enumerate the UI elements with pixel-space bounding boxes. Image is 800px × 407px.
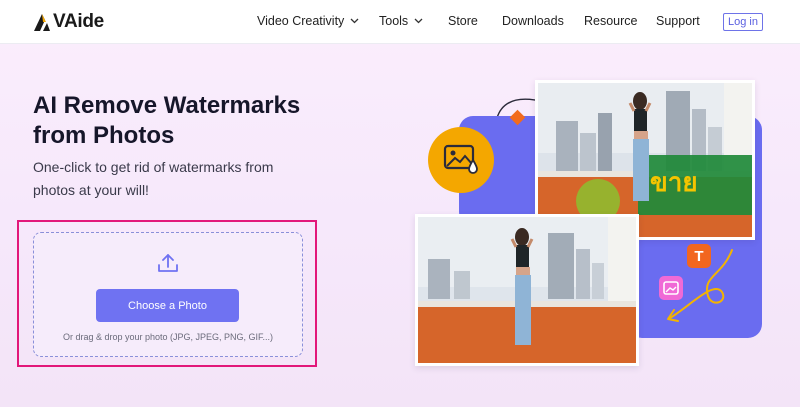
cleaned-photo bbox=[415, 214, 639, 366]
nav-label: Resource bbox=[584, 14, 638, 28]
top-header: VAide Video Creativity Tools Store Downl… bbox=[0, 0, 800, 44]
main-nav: Video Creativity Tools Store Downloads R… bbox=[0, 0, 800, 44]
hero-illustration: ขาย T bbox=[400, 80, 770, 370]
nav-label: Store bbox=[448, 14, 478, 28]
nav-label: Video Creativity bbox=[257, 14, 345, 28]
image-drop-icon bbox=[443, 144, 478, 174]
title-line-1: AI Remove Watermarks bbox=[33, 92, 301, 119]
chevron-down-icon bbox=[350, 18, 359, 24]
login-button[interactable]: Log in bbox=[723, 13, 763, 31]
choose-photo-button[interactable]: Choose a Photo bbox=[96, 289, 239, 322]
nav-resource[interactable]: Resource bbox=[584, 14, 638, 28]
svg-text:ขาย: ขาย bbox=[650, 168, 698, 198]
nav-label: Tools bbox=[379, 14, 409, 28]
photo-without-watermark bbox=[418, 217, 636, 363]
chevron-down-icon bbox=[414, 18, 423, 24]
page-title: AI Remove Watermarks from Photos bbox=[33, 91, 333, 151]
nav-video-creativity[interactable]: Video Creativity bbox=[257, 14, 359, 28]
drop-hint: Or drag & drop your photo (JPG, JPEG, PN… bbox=[62, 332, 274, 342]
upload-icon[interactable] bbox=[156, 252, 180, 274]
nav-label: Downloads bbox=[502, 14, 564, 28]
nav-downloads[interactable]: Downloads bbox=[502, 14, 564, 28]
subtitle-line-1: One-click to get rid of watermarks from bbox=[33, 159, 274, 175]
curved-arrow-icon bbox=[667, 249, 733, 322]
title-line-2: from Photos bbox=[33, 122, 175, 149]
page-subtitle: One-click to get rid of watermarks from … bbox=[33, 156, 323, 202]
nav-label: Support bbox=[656, 14, 700, 28]
subtitle-line-2: photos at your will! bbox=[33, 182, 149, 198]
image-drop-badge bbox=[428, 127, 494, 193]
nav-support[interactable]: Support bbox=[656, 14, 700, 28]
nav-store[interactable]: Store bbox=[448, 14, 478, 28]
nav-tools[interactable]: Tools bbox=[379, 14, 423, 28]
